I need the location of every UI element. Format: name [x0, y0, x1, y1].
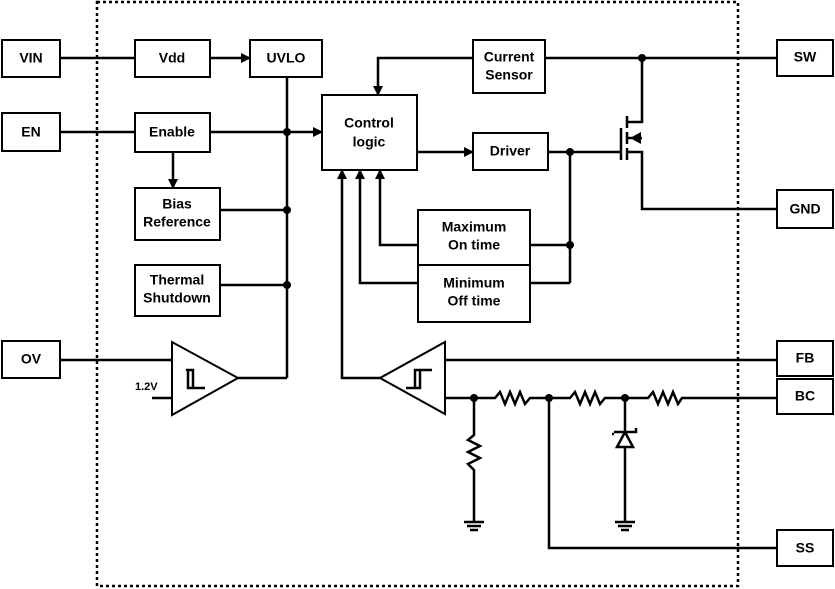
svg-text:GND: GND: [789, 201, 820, 217]
block-diagram: 1.2V VIN EN OV SW GND FB BC SS Vdd UVLO …: [1, 0, 834, 588]
svg-text:FB: FB: [796, 350, 815, 366]
svg-text:Reference: Reference: [143, 214, 211, 230]
block-enable: Enable: [134, 112, 211, 153]
svg-text:VIN: VIN: [19, 50, 42, 66]
svg-text:Current: Current: [484, 49, 535, 65]
svg-text:OV: OV: [21, 351, 42, 367]
block-maximum-on-time: Maximum On time: [417, 209, 531, 266]
svg-text:Shutdown: Shutdown: [143, 290, 211, 306]
svg-text:BC: BC: [795, 388, 815, 404]
block-control-logic: Control logic: [321, 94, 418, 171]
fb-comparator: [377, 340, 446, 416]
pin-sw: SW: [776, 39, 834, 77]
block-thermal-shutdown: Thermal Shutdown: [134, 264, 221, 317]
ov-reference-label: 1.2V: [135, 381, 158, 393]
svg-text:Driver: Driver: [490, 143, 531, 159]
pin-bc: BC: [776, 378, 834, 415]
svg-text:Control: Control: [344, 115, 394, 131]
mosfet-icon: [619, 58, 777, 211]
svg-text:UVLO: UVLO: [267, 50, 306, 66]
svg-text:Thermal: Thermal: [150, 272, 204, 288]
svg-text:SW: SW: [794, 49, 817, 65]
svg-text:Maximum: Maximum: [442, 219, 507, 235]
pin-gnd: GND: [776, 189, 834, 229]
pin-en: EN: [1, 112, 61, 152]
block-bias-reference: Bias Reference: [134, 187, 221, 241]
block-vdd: Vdd: [134, 39, 211, 78]
svg-text:On time: On time: [448, 237, 500, 253]
ov-comparator: 1.2V: [135, 340, 241, 417]
svg-text:EN: EN: [21, 124, 40, 140]
block-current-sensor: Current Sensor: [472, 39, 546, 94]
pin-ss: SS: [776, 529, 834, 567]
pin-fb: FB: [776, 340, 834, 377]
svg-text:Bias: Bias: [162, 196, 192, 212]
svg-text:Enable: Enable: [149, 124, 195, 140]
svg-text:Off time: Off time: [448, 293, 501, 309]
block-minimum-off-time: Minimum Off time: [417, 264, 531, 323]
block-driver: Driver: [472, 132, 549, 171]
svg-text:SS: SS: [796, 540, 815, 556]
pin-vin: VIN: [1, 39, 61, 78]
svg-text:Vdd: Vdd: [159, 50, 185, 66]
svg-text:Minimum: Minimum: [443, 275, 504, 291]
zener-diode-icon: [614, 429, 636, 449]
svg-text:logic: logic: [353, 134, 386, 150]
block-uvlo: UVLO: [249, 39, 323, 78]
svg-text:Sensor: Sensor: [485, 67, 533, 83]
pin-ov: OV: [1, 340, 61, 379]
